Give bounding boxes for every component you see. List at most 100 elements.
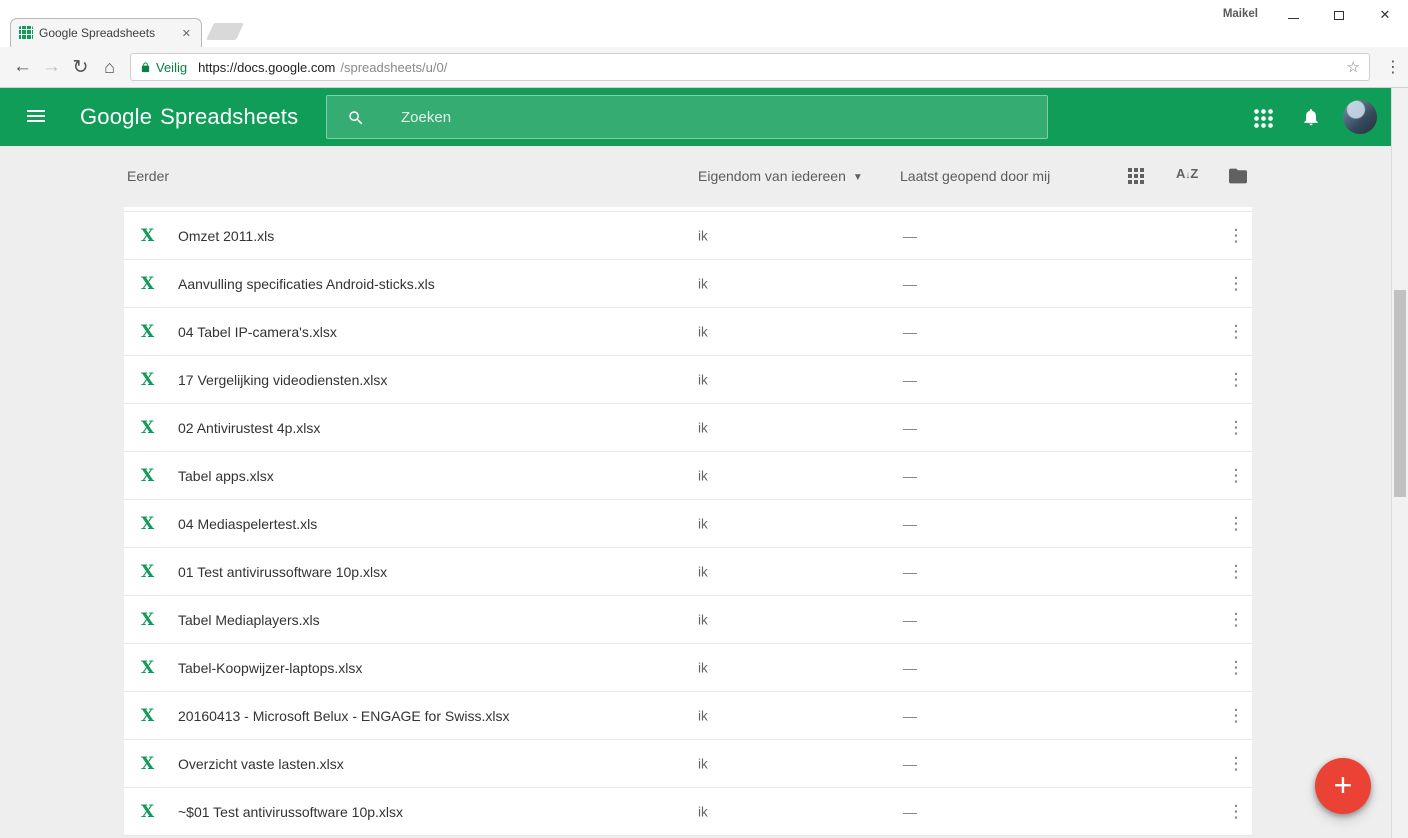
tab-title: Google Spreadsheets bbox=[39, 26, 174, 40]
maximize-button[interactable] bbox=[1316, 0, 1362, 30]
row-overflow-menu-icon[interactable]: ⋮ bbox=[1224, 466, 1248, 486]
file-last-opened: — bbox=[903, 324, 917, 340]
section-label: Eerder bbox=[127, 146, 169, 207]
sort-a: A bbox=[1176, 166, 1185, 181]
folder-button[interactable] bbox=[1228, 167, 1248, 185]
new-spreadsheet-fab[interactable]: + bbox=[1315, 758, 1371, 814]
spreadsheet-file-icon: X bbox=[141, 418, 154, 438]
spreadsheet-file-icon: X bbox=[141, 370, 154, 390]
file-last-opened: — bbox=[903, 468, 917, 484]
spreadsheet-file-icon: X bbox=[141, 610, 154, 630]
file-last-opened: — bbox=[903, 660, 917, 676]
file-owner: ik bbox=[698, 804, 708, 819]
window-user-label: Maikel bbox=[1223, 8, 1258, 20]
close-button[interactable]: ✕ bbox=[1362, 0, 1408, 30]
file-list: X Omzet 2011.xls ik — ⋮ X Aanvulling spe… bbox=[124, 207, 1252, 836]
spreadsheet-file-icon: X bbox=[141, 466, 154, 486]
spreadsheet-file-icon: X bbox=[141, 706, 154, 726]
security-label: Veilig bbox=[156, 60, 187, 75]
file-last-opened: — bbox=[903, 756, 917, 772]
table-row[interactable]: X 04 Tabel IP-camera's.xlsx ik — ⋮ bbox=[124, 308, 1252, 356]
row-overflow-menu-icon[interactable]: ⋮ bbox=[1224, 754, 1248, 774]
table-row[interactable]: X Tabel-Koopwijzer-laptops.xlsx ik — ⋮ bbox=[124, 644, 1252, 692]
row-overflow-menu-icon[interactable]: ⋮ bbox=[1224, 562, 1248, 582]
back-icon[interactable]: ← bbox=[8, 52, 37, 82]
home-icon[interactable]: ⌂ bbox=[95, 52, 124, 82]
page-scrollbar[interactable] bbox=[1391, 88, 1408, 838]
forward-icon[interactable]: → bbox=[37, 52, 66, 82]
row-overflow-menu-icon[interactable]: ⋮ bbox=[1224, 274, 1248, 294]
file-owner: ik bbox=[698, 708, 708, 723]
table-row[interactable]: X Tabel apps.xlsx ik — ⋮ bbox=[124, 452, 1252, 500]
file-last-opened: — bbox=[903, 228, 917, 244]
plus-icon: + bbox=[1334, 769, 1353, 801]
spreadsheet-file-icon: X bbox=[141, 754, 154, 774]
chevron-down-icon: ▼ bbox=[853, 172, 863, 183]
lock-icon bbox=[140, 61, 151, 74]
row-overflow-menu-icon[interactable]: ⋮ bbox=[1224, 226, 1248, 246]
spreadsheet-file-icon: X bbox=[141, 226, 154, 246]
reload-icon[interactable]: ↻ bbox=[66, 52, 95, 82]
browser-menu-icon[interactable]: ⋮ bbox=[1378, 57, 1408, 77]
table-row[interactable]: X Omzet 2011.xls ik — ⋮ bbox=[124, 212, 1252, 260]
address-bar[interactable]: Veilig https://docs.google.com/spreadshe… bbox=[130, 53, 1370, 81]
browser-titlebar: Google Spreadsheets ✕ Maikel ✕ bbox=[0, 0, 1408, 47]
file-owner: ik bbox=[698, 516, 708, 531]
url-path: /spreadsheets/u/0/ bbox=[340, 60, 447, 75]
table-row[interactable]: X Aanvulling specificaties Android-stick… bbox=[124, 260, 1252, 308]
filter-bar: Eerder Eigendom van iedereen ▼ Laatst geo… bbox=[0, 146, 1408, 207]
sort-z: Z bbox=[1190, 166, 1198, 181]
file-name: 20160413 - Microsoft Belux - ENGAGE for … bbox=[178, 708, 509, 724]
row-overflow-menu-icon[interactable]: ⋮ bbox=[1224, 322, 1248, 342]
table-row[interactable]: X Tabel Mediaplayers.xls ik — ⋮ bbox=[124, 596, 1252, 644]
table-row[interactable]: X 02 Antivirustest 4p.xlsx ik — ⋮ bbox=[124, 404, 1252, 452]
file-name: ~$01 Test antivirussoftware 10p.xlsx bbox=[178, 804, 403, 820]
file-owner: ik bbox=[698, 372, 708, 387]
search-input[interactable] bbox=[327, 96, 1047, 138]
file-name: 04 Tabel IP-camera's.xlsx bbox=[178, 324, 337, 340]
spreadsheet-file-icon: X bbox=[141, 802, 154, 822]
table-row[interactable]: X 20160413 - Microsoft Belux - ENGAGE fo… bbox=[124, 692, 1252, 740]
file-name: 17 Vergelijking videodiensten.xlsx bbox=[178, 372, 387, 388]
notifications-bell-icon[interactable] bbox=[1301, 107, 1321, 127]
bookmark-star-icon[interactable]: ☆ bbox=[1347, 58, 1360, 76]
sheets-favicon-icon bbox=[19, 26, 33, 40]
grid-view-icon bbox=[1128, 168, 1132, 172]
row-overflow-menu-icon[interactable]: ⋮ bbox=[1224, 706, 1248, 726]
table-row[interactable]: X Overzicht vaste lasten.xlsx ik — ⋮ bbox=[124, 740, 1252, 788]
file-owner: ik bbox=[698, 276, 708, 291]
file-name: Omzet 2011.xls bbox=[178, 228, 274, 244]
file-owner: ik bbox=[698, 564, 708, 579]
grid-view-button[interactable] bbox=[1128, 168, 1144, 184]
row-overflow-menu-icon[interactable]: ⋮ bbox=[1224, 370, 1248, 390]
owner-filter-dropdown[interactable]: Eigendom van iedereen ▼ bbox=[698, 146, 863, 207]
owner-filter-label: Eigendom van iedereen bbox=[698, 168, 846, 184]
table-row[interactable]: X 17 Vergelijking videodiensten.xlsx ik … bbox=[124, 356, 1252, 404]
file-last-opened: — bbox=[903, 804, 917, 820]
row-overflow-menu-icon[interactable]: ⋮ bbox=[1224, 610, 1248, 630]
new-tab-button[interactable] bbox=[206, 23, 244, 40]
scrollbar-thumb[interactable] bbox=[1394, 290, 1406, 497]
app-logo: GoogleSpreadsheets bbox=[80, 88, 298, 146]
tab-close-icon[interactable]: ✕ bbox=[180, 25, 193, 42]
row-overflow-menu-icon[interactable]: ⋮ bbox=[1224, 418, 1248, 438]
browser-tab[interactable]: Google Spreadsheets ✕ bbox=[10, 18, 202, 47]
hamburger-menu-icon[interactable] bbox=[27, 110, 45, 124]
row-overflow-menu-icon[interactable]: ⋮ bbox=[1224, 514, 1248, 534]
row-overflow-menu-icon[interactable]: ⋮ bbox=[1224, 802, 1248, 822]
file-owner: ik bbox=[698, 420, 708, 435]
last-opened-sort-label[interactable]: Laatst geopend door mij bbox=[900, 146, 1050, 207]
apps-grid-icon[interactable] bbox=[1253, 108, 1273, 128]
table-row[interactable]: X 04 Mediaspelertest.xls ik — ⋮ bbox=[124, 500, 1252, 548]
row-overflow-menu-icon[interactable]: ⋮ bbox=[1224, 658, 1248, 678]
table-row[interactable]: X ~$01 Test antivirussoftware 10p.xlsx i… bbox=[124, 788, 1252, 836]
user-avatar[interactable] bbox=[1343, 100, 1377, 134]
file-name: Overzicht vaste lasten.xlsx bbox=[178, 756, 344, 772]
file-last-opened: — bbox=[903, 612, 917, 628]
window-controls: ✕ bbox=[1270, 0, 1408, 30]
table-row[interactable]: X 01 Test antivirussoftware 10p.xlsx ik … bbox=[124, 548, 1252, 596]
sort-az-button[interactable]: A↓Z bbox=[1176, 166, 1198, 181]
app-header: GoogleSpreadsheets bbox=[0, 88, 1408, 146]
minimize-button[interactable] bbox=[1270, 0, 1316, 30]
file-last-opened: — bbox=[903, 516, 917, 532]
